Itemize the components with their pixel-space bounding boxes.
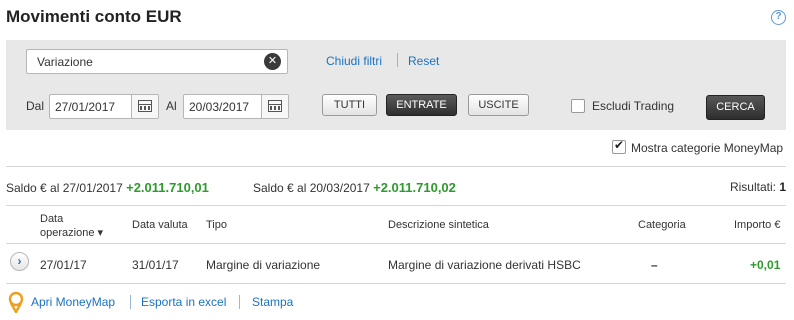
filter-all-button[interactable]: TUTTI xyxy=(322,94,377,116)
saldo-end-value: +2.011.710,02 xyxy=(373,180,456,195)
page-title: Movimenti conto EUR xyxy=(6,7,182,26)
to-date-value: 20/03/2017 xyxy=(189,100,250,114)
saldo-end-label: Saldo € al 20/03/2017 xyxy=(253,181,370,195)
exclude-trading-label: Escludi Trading xyxy=(592,99,675,113)
close-filters-link[interactable]: Chiudi filtri xyxy=(326,54,382,68)
calendar-icon[interactable] xyxy=(131,95,158,118)
calendar-icon[interactable] xyxy=(261,95,288,118)
cell-descrizione: Margine di variazione derivati HSBC xyxy=(388,258,581,272)
results-value: 1 xyxy=(779,180,786,194)
export-excel-link[interactable]: Esporta in excel xyxy=(141,295,226,309)
check-icon: ✔ xyxy=(614,138,625,152)
saldo-end: Saldo € al 20/03/2017 +2.011.710,02 xyxy=(253,180,456,195)
expand-row-icon[interactable]: › xyxy=(10,252,29,271)
divider xyxy=(6,283,786,284)
cell-data-operazione: 27/01/17 xyxy=(40,258,87,272)
link-separator xyxy=(239,295,240,309)
column-header-categoria: Categoria xyxy=(638,219,686,231)
column-header-line1: Data xyxy=(40,213,64,225)
filter-panel: Variazione ✕ Chiudi filtri Reset Dal 27/… xyxy=(6,40,786,130)
column-header-importo: Importo € xyxy=(734,219,781,231)
column-header-data-operazione[interactable]: Data operazione ▾ xyxy=(40,212,103,240)
reset-link[interactable]: Reset xyxy=(408,54,439,68)
show-moneymap-checkbox[interactable]: ✔ xyxy=(612,138,626,154)
show-moneymap-label: Mostra categorie MoneyMap xyxy=(631,141,784,155)
print-link[interactable]: Stampa xyxy=(252,295,293,309)
map-pin-icon xyxy=(8,291,24,313)
cell-data-valuta: 31/01/17 xyxy=(132,258,179,272)
column-header-data-valuta: Data valuta xyxy=(132,219,188,231)
column-header-descrizione: Descrizione sintetica xyxy=(388,219,489,231)
saldo-start-label: Saldo € al 27/01/2017 xyxy=(6,181,123,195)
filter-income-button[interactable]: ENTRATE xyxy=(386,94,457,116)
clear-search-icon[interactable]: ✕ xyxy=(264,53,281,70)
help-icon[interactable]: ? xyxy=(771,10,786,25)
from-date-field[interactable]: 27/01/2017 xyxy=(49,94,159,119)
search-button[interactable]: CERCA xyxy=(706,95,765,120)
results-count: Risultati: 1 xyxy=(730,180,786,194)
results-label: Risultati: xyxy=(729,180,776,194)
sort-down-icon[interactable]: ▾ xyxy=(98,227,104,239)
exclude-trading-checkbox[interactable] xyxy=(571,99,585,113)
link-separator xyxy=(397,53,398,67)
open-moneymap-link[interactable]: Apri MoneyMap xyxy=(31,295,115,309)
cell-importo: +0,01 xyxy=(750,258,781,272)
saldo-start-value: +2.011.710,01 xyxy=(126,180,209,195)
column-header-tipo: Tipo xyxy=(206,219,227,231)
column-header-line2: operazione xyxy=(40,227,95,239)
from-date-value: 27/01/2017 xyxy=(55,100,116,114)
divider xyxy=(6,205,786,206)
divider xyxy=(6,166,786,167)
link-separator xyxy=(130,295,131,309)
search-input[interactable]: Variazione ✕ xyxy=(26,49,288,74)
saldo-start: Saldo € al 27/01/2017 +2.011.710,01 xyxy=(6,180,209,195)
to-date-field[interactable]: 20/03/2017 xyxy=(183,94,289,119)
to-date-label: Al xyxy=(166,99,177,113)
from-date-label: Dal xyxy=(26,99,45,113)
cell-categoria: – xyxy=(651,258,658,272)
search-input-value: Variazione xyxy=(37,55,93,69)
filter-outgoing-button[interactable]: USCITE xyxy=(468,94,529,116)
cell-tipo: Margine di variazione xyxy=(206,258,321,272)
